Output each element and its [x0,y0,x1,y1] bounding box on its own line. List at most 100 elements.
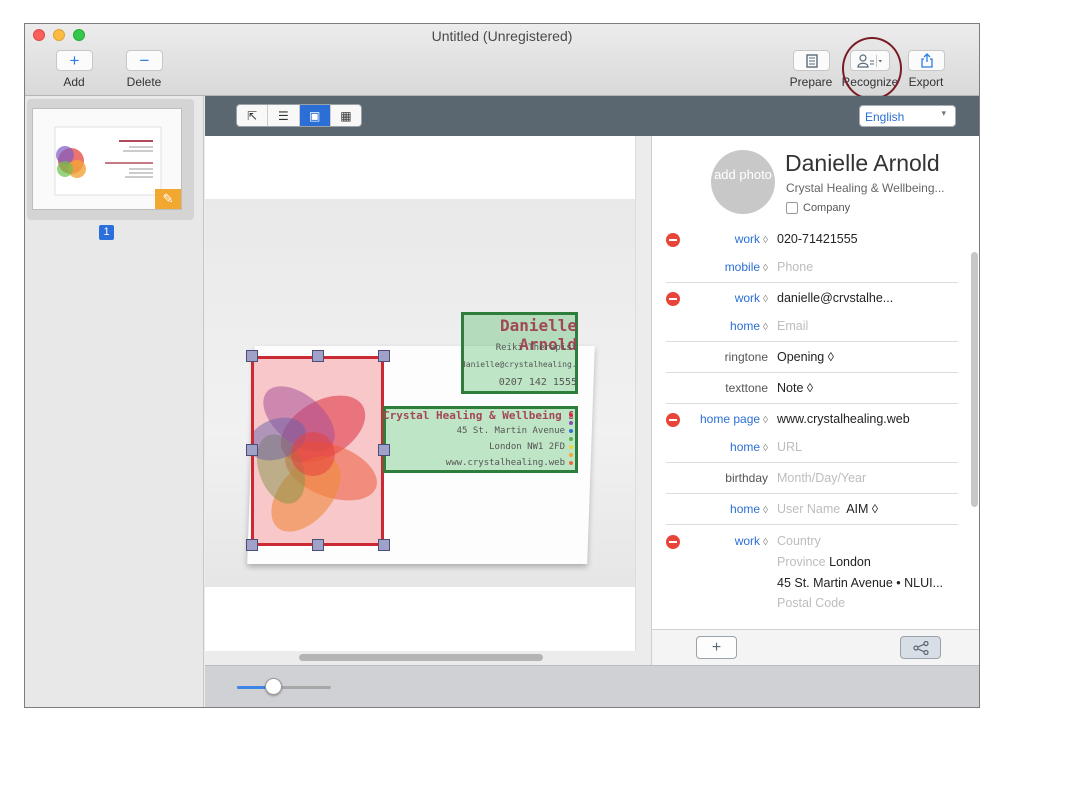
dropdown-arrow-icon: ▾ [941,108,946,118]
share-export-icon [920,53,933,68]
field-value-text: 020-71421555 [777,232,858,246]
field-value[interactable]: www.crystalhealing.web [777,412,967,426]
app-window: Untitled (Unregistered) + Add − Delete P… [24,23,980,708]
canvas-horizontal-scrollbar[interactable] [299,654,543,661]
add-field-button[interactable]: + [696,636,737,659]
field-value[interactable]: Note ◊ [777,381,967,395]
field-label[interactable]: mobile ◊ [725,260,768,274]
color-dot [569,429,573,433]
resize-handle[interactable] [246,350,258,362]
color-dot [569,461,573,465]
remove-field-icon[interactable] [666,413,680,427]
delete-button[interactable]: − [126,50,163,71]
contact-scrollbar[interactable] [971,252,978,507]
field-label[interactable]: work ◊ [735,291,768,305]
im-service-select[interactable]: AIM ◊ [846,502,878,516]
text-mode-icon[interactable]: ☰ [268,105,300,126]
add-photo-avatar[interactable]: add photo [711,150,775,214]
color-dot [569,437,573,441]
card-phone-text: 0207 142 1555 [498,377,577,388]
field-separator [666,341,958,342]
resize-handle[interactable] [312,350,324,362]
field-value[interactable]: Phone [777,260,967,274]
zoom-slider-knob[interactable] [264,678,282,695]
delete-label: Delete [126,75,162,89]
street-field[interactable]: 45 St. Martin Avenue • NLUI... [777,576,967,590]
card-website-text: www.crystalhealing.web [445,458,565,468]
share-button[interactable] [900,636,941,659]
field-value[interactable]: 020-71421555 [777,232,967,246]
updown-chevron-icon: ◊ [763,415,768,426]
select-mode-icon[interactable]: ⇱ [237,105,269,126]
prepare-button[interactable] [793,50,830,71]
field-value[interactable]: danielle@crvstalhe... [777,291,967,305]
page-thumbnail[interactable]: ✎ [27,99,194,220]
field-label[interactable]: home ◊ [730,440,768,454]
view-mode-segmented-control: ⇱ ☰ ▣ ▦ [236,104,362,127]
field-value-text: danielle@crvstalhe... [777,291,894,305]
plus-icon: + [711,638,722,656]
field-label[interactable]: home page ◊ [700,412,768,426]
field-label[interactable]: work ◊ [735,232,768,246]
field-label[interactable]: work ◊ [735,534,768,548]
card-thumbnail-image: ✎ [32,108,182,210]
postal-code-field[interactable]: Postal Code [777,596,967,610]
resize-handle[interactable] [378,539,390,551]
field-value-text: Note ◊ [777,381,814,395]
export-label: Export [908,75,944,89]
business-card-photo: Danielle Arnold Reiki Therapist danielle… [205,199,635,587]
add-button[interactable]: + [56,50,93,71]
field-label-text: home page [700,412,761,426]
field-value[interactable]: Opening ◊ [777,350,967,364]
annotation-circle [842,37,902,100]
card-email-text: danielle@crystalhealing.web [461,360,577,369]
field-value[interactable]: Email [777,319,967,333]
contact-footer: + [651,629,979,665]
field-separator [666,524,958,525]
resize-handle[interactable] [312,539,324,551]
resize-handle[interactable] [246,444,258,456]
field-value[interactable]: URL [777,440,967,454]
contact-name[interactable]: Danielle Arnold [785,150,940,177]
resize-handle[interactable] [378,444,390,456]
edit-pencil-icon[interactable]: ✎ [155,189,181,209]
resize-handle[interactable] [378,350,390,362]
updown-chevron-icon: ◊ [763,235,768,246]
remove-field-icon[interactable] [666,535,680,549]
field-label[interactable]: home ◊ [730,319,768,333]
field-label[interactable]: home ◊ [730,502,768,516]
contact-field-row: ringtone Opening ◊ [652,344,979,374]
add-label: Add [63,75,85,89]
image-mode-icon[interactable]: ▣ [299,105,331,126]
document-icon [805,53,818,68]
checkbox-icon [786,202,798,214]
field-value[interactable]: Month/Day/Year [777,471,967,485]
contact-field-row: birthday Month/Day/Year [652,465,979,495]
field-separator [666,493,958,494]
table-mode-icon[interactable]: ▦ [331,105,361,126]
image-region-box[interactable] [251,356,384,546]
contact-field-row: home ◊ Email [652,313,979,343]
resize-handle[interactable] [246,539,258,551]
window-title: Untitled (Unregistered) [431,28,573,44]
export-button[interactable] [908,50,945,71]
color-dot [569,445,573,449]
zoom-slider[interactable] [237,686,331,689]
country-field[interactable]: Country [777,534,967,548]
company-checkbox[interactable]: Company [786,202,850,214]
province-field[interactable]: Province London [777,555,967,569]
remove-field-icon[interactable] [666,292,680,306]
card-title-text: Reiki Therapist [495,343,577,353]
field-label-text: home [730,502,761,516]
contact-organization[interactable]: Crystal Healing & Wellbeing... [786,181,964,195]
remove-field-icon[interactable] [666,233,680,247]
color-dot [569,421,573,425]
color-dot [569,453,573,457]
page-sidebar: ✎ 1 [25,96,204,707]
page-number-badge: 1 [99,225,114,240]
field-label-text: birthday [725,471,768,485]
field-value[interactable]: User Name AIM ◊ [777,502,967,516]
field-separator [666,372,958,373]
field-label: ringtone [725,350,768,364]
language-select[interactable]: English ▾ [859,105,956,127]
